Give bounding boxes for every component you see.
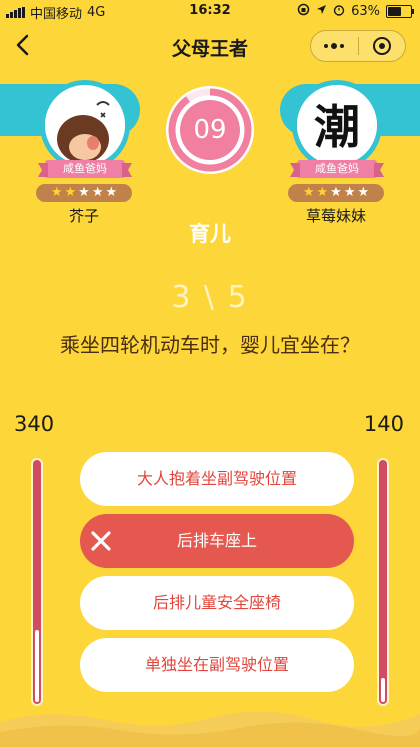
- player-left-avatar: [40, 80, 130, 170]
- question-category: 育儿: [189, 222, 231, 246]
- answer-option-3[interactable]: 后排儿童安全座椅: [80, 576, 354, 630]
- status-right: 63%: [297, 3, 414, 20]
- star-icon: ★: [105, 185, 118, 200]
- countdown-timer: 09: [166, 86, 254, 174]
- player-left-title-badge: 咸鱼爸妈: [45, 160, 125, 178]
- lock-rotation-icon: [297, 3, 310, 20]
- player-left-stars: ★ ★ ★ ★ ★: [36, 184, 132, 202]
- battery-icon: [386, 5, 414, 18]
- star-icon: ★: [64, 185, 77, 200]
- battery-percent: 63%: [351, 4, 380, 19]
- question-text: 乘坐四轮机动车时，婴儿宜坐在？: [60, 333, 360, 357]
- player-left-score-meter: [31, 458, 43, 706]
- miniprogram-capsule: [310, 30, 406, 62]
- star-icon: ★: [343, 185, 356, 200]
- answer-option-2[interactable]: 后排车座上: [80, 514, 354, 568]
- star-icon: ★: [316, 185, 329, 200]
- decorative-wave: [0, 711, 420, 747]
- player-left-score: 340: [14, 412, 55, 436]
- question-progress: 3 \ 5: [171, 280, 249, 315]
- answer-option-1[interactable]: 大人抱着坐副驾驶位置: [80, 452, 354, 506]
- location-icon: [316, 4, 327, 19]
- wrong-x-icon: [91, 531, 111, 551]
- meter-fill: [381, 678, 385, 702]
- answer-option-4[interactable]: 单独坐在副驾驶位置: [80, 638, 354, 692]
- more-button[interactable]: [311, 31, 358, 61]
- close-miniprogram-button[interactable]: [359, 31, 406, 61]
- star-icon: ★: [302, 185, 315, 200]
- avatar-character: 潮: [314, 100, 360, 154]
- answer-option-2-label: 后排车座上: [176, 531, 257, 550]
- star-icon: ★: [91, 185, 104, 200]
- star-icon: ★: [357, 185, 370, 200]
- player-right-stars: ★ ★ ★ ★ ★: [288, 184, 384, 202]
- timer-value: 09: [180, 100, 240, 160]
- close-target-icon: [372, 37, 391, 55]
- alarm-icon: [333, 4, 345, 20]
- cartoon-avatar-icon: [45, 85, 125, 165]
- calligraphy-avatar-icon: 潮: [297, 85, 377, 165]
- player-right-avatar: 潮: [292, 80, 382, 170]
- player-right-score-meter: [377, 458, 389, 706]
- nav-bar: 父母王者: [0, 22, 420, 70]
- player-right-title-badge: 咸鱼爸妈: [297, 160, 377, 178]
- star-icon: ★: [78, 185, 90, 200]
- star-icon: ★: [330, 185, 342, 200]
- player-right-score: 140: [363, 412, 404, 436]
- star-icon: ★: [50, 185, 63, 200]
- status-bar: 中国移动 4G 16:32 63%: [0, 0, 420, 22]
- more-icon: [324, 43, 345, 49]
- meter-fill: [35, 630, 39, 702]
